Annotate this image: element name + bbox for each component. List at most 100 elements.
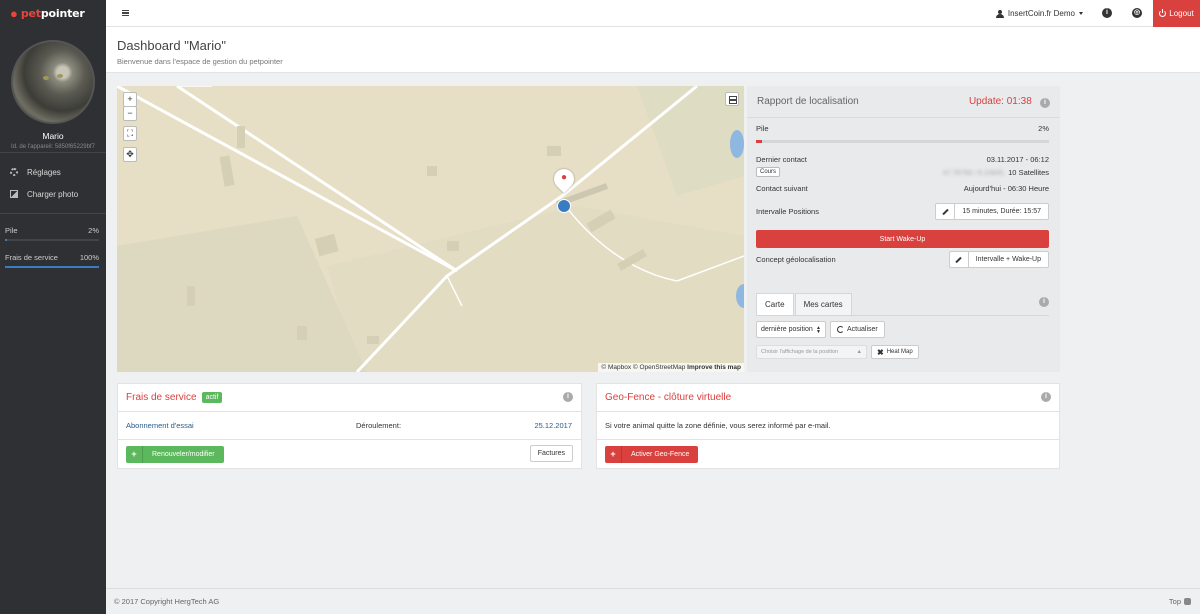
page-subtitle: Bienvenue dans l'espace de gestion du pe…	[117, 57, 283, 66]
status-badge: actif	[201, 392, 223, 403]
next-contact-label: Contact suivant	[756, 184, 808, 193]
coordinates-blurred: 47.78768 / 8.10845,	[942, 169, 1006, 177]
refresh-button[interactable]: Actualiser	[830, 321, 885, 338]
globe-icon[interactable]: ◎	[1132, 8, 1142, 18]
user-icon	[995, 9, 1004, 18]
heat-map-label: Heat Map	[886, 349, 913, 355]
refresh-icon	[837, 326, 844, 333]
sidebar-item-label: Charger photo	[27, 189, 79, 199]
next-contact-row: Contact suivant Aujourd'hui - 06:30 Heur…	[756, 184, 1049, 193]
display-mode-placeholder: Choisir l'affichage de la position	[761, 349, 839, 355]
brand-pointer: pointer	[40, 7, 85, 20]
course-badge: Cours	[756, 167, 781, 177]
logout-button[interactable]: Logout	[1153, 0, 1200, 27]
paw-icon: ●	[10, 6, 18, 21]
card-header: Frais de service actif i	[118, 384, 581, 412]
info-icon[interactable]: i	[1102, 8, 1112, 18]
renew-button[interactable]: + Renouveler/modifier	[126, 445, 224, 463]
panel-header: Rapport de localisation Update: 01:38 i	[747, 86, 1060, 118]
plus-icon: +	[605, 445, 622, 463]
location-report-panel: Rapport de localisation Update: 01:38 i …	[747, 86, 1060, 372]
expiry-label: Déroulement:	[356, 421, 402, 430]
subscription-row: Abonnement d'essai Déroulement: 25.12.20…	[118, 412, 581, 440]
arrow-up-icon	[1184, 598, 1191, 605]
pet-location-marker[interactable]: ●	[549, 164, 579, 194]
logo[interactable]: ● petpointer	[0, 0, 106, 27]
last-contact-row: Dernier contact 03.11.2017 - 06:12	[756, 155, 1049, 164]
plan-name: Abonnement d'essai	[126, 421, 194, 430]
info-icon[interactable]: i	[1041, 392, 1051, 402]
brand-pet: pet	[20, 7, 41, 20]
info-icon[interactable]: i	[1040, 97, 1050, 108]
menu-toggle-icon[interactable]	[122, 10, 129, 16]
info-icon[interactable]: i	[1039, 297, 1049, 307]
battery-bar	[5, 239, 99, 241]
wake-up-label: Start Wake-Up	[879, 235, 926, 243]
renew-label: Renouveler/modifier	[152, 450, 215, 458]
back-to-top-link[interactable]: Top	[1169, 597, 1191, 606]
fullscreen-icon[interactable]: ⛶	[123, 126, 137, 141]
invoices-button[interactable]: Factures	[529, 445, 573, 462]
sidebar: ● petpointer Mario Id. de l'appareil: 58…	[0, 0, 106, 614]
close-icon: ✖	[877, 347, 884, 357]
pencil-icon	[942, 208, 949, 215]
sidebar-item-settings[interactable]: Réglages	[0, 161, 106, 183]
update-timer: Update: 01:38	[968, 95, 1032, 107]
caret-up-icon: ▲	[856, 349, 862, 355]
improve-map-link[interactable]: Improve this map	[687, 364, 741, 371]
info-icon[interactable]: i	[563, 392, 573, 402]
concept-value: Intervalle + Wake-Up	[975, 256, 1041, 263]
concept-row: Concept géolocalisation Intervalle + Wak…	[756, 251, 1049, 268]
sidebar-stats: Pile 2% Frais de service 100%	[0, 226, 106, 268]
stat-battery: Pile 2%	[5, 226, 99, 235]
zoom-out-button[interactable]: −	[123, 106, 137, 121]
card-footer: + Renouveler/modifier Factures	[118, 440, 581, 468]
card-title: Frais de service	[126, 392, 197, 403]
start-wake-up-button[interactable]: Start Wake-Up	[756, 230, 1049, 248]
photo-icon	[10, 190, 18, 198]
caret-down-icon	[1079, 12, 1083, 15]
interval-value: 15 minutes, Durée: 15:57	[962, 208, 1041, 215]
map[interactable]: + − ⛶ ✥ ● © Mapbox © OpenStreetMap Impro…	[117, 86, 744, 372]
power-icon	[1159, 9, 1167, 17]
topbar: InsertCoin.fr Demo i ◎ Logout	[106, 0, 1200, 27]
battery-label: Pile	[756, 124, 769, 133]
zoom-in-button[interactable]: +	[123, 92, 137, 107]
tab-carte[interactable]: Carte	[756, 293, 794, 315]
attribution-text[interactable]: © Mapbox © OpenStreetMap	[601, 364, 685, 371]
activate-geofence-button[interactable]: + Activer Geo-Fence	[605, 445, 699, 463]
stat-service-fee: Frais de service 100%	[5, 253, 99, 262]
user-name: InsertCoin.fr Demo	[1007, 9, 1075, 18]
user-menu[interactable]: InsertCoin.fr Demo	[995, 0, 1083, 27]
position-dot	[557, 199, 571, 213]
interval-label: Intervalle Positions	[756, 207, 819, 216]
footer: © 2017 Copyright HergTech AG Top	[106, 588, 1200, 614]
concept-edit-button[interactable]: Intervalle + Wake-Up	[948, 251, 1049, 268]
card-footer: + Activer Geo-Fence	[597, 440, 1059, 468]
tab-mes-cartes[interactable]: Mes cartes	[794, 293, 852, 315]
avatar[interactable]	[11, 40, 95, 124]
sidebar-item-label: Réglages	[27, 167, 61, 177]
service-fee-bar	[5, 266, 99, 268]
map-tiles	[117, 86, 744, 372]
geofence-card: Geo-Fence - clôture virtuelle i Si votre…	[596, 383, 1060, 469]
refresh-label: Actualiser	[847, 326, 878, 333]
sidebar-menu: Réglages Charger photo	[0, 153, 106, 213]
interval-edit-button[interactable]: 15 minutes, Durée: 15:57	[935, 203, 1049, 220]
zoom-in-label: +	[127, 94, 133, 104]
interval-row: Intervalle Positions 15 minutes, Durée: …	[756, 203, 1049, 220]
locate-icon[interactable]: ✥	[123, 147, 137, 162]
concept-label: Concept géolocalisation	[756, 255, 836, 264]
paw-icon: ●	[560, 172, 568, 183]
display-mode-select[interactable]: Choisir l'affichage de la position ▲	[756, 345, 867, 359]
heat-map-button[interactable]: ✖ Heat Map	[871, 345, 919, 359]
device-id: Id. de l'appareil: 5850f65229bf7	[11, 144, 95, 150]
profile: Mario Id. de l'appareil: 5850f65229bf7	[0, 27, 106, 152]
map-tabs: Carte Mes cartes i	[756, 292, 1049, 316]
battery-value: 2%	[1038, 124, 1049, 133]
card-title: Geo-Fence - clôture virtuelle	[605, 392, 732, 403]
page-title: Dashboard "Mario"	[117, 38, 226, 53]
layers-icon[interactable]	[725, 92, 739, 106]
sidebar-item-upload-photo[interactable]: Charger photo	[0, 183, 106, 205]
position-select[interactable]: dernière position ▲ ▼	[756, 321, 826, 338]
